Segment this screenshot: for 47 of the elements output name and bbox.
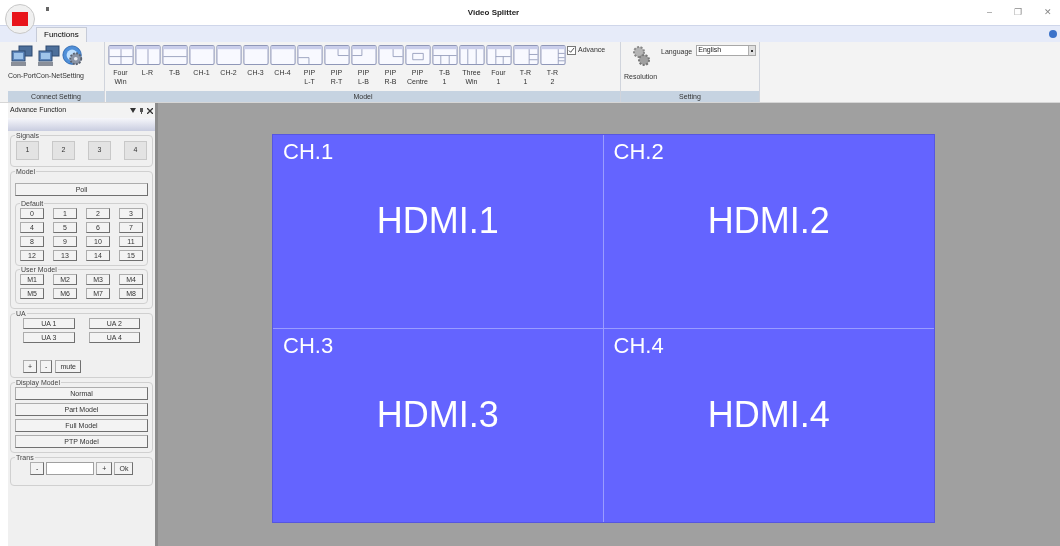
window-control[interactable]: ✕ <box>1044 8 1052 17</box>
window-control[interactable]: – <box>987 8 992 17</box>
layout-icon <box>188 45 215 65</box>
check-icon <box>568 46 575 54</box>
layout-icon <box>404 45 431 65</box>
gear-globe-icon <box>62 45 85 67</box>
dropdown-icon[interactable] <box>130 108 136 113</box>
channel-label: CH.4 <box>612 331 665 357</box>
layout-icon <box>539 45 566 65</box>
window-title: Video Splitter <box>467 6 520 19</box>
dropdown-icon <box>748 46 756 55</box>
channel-label: CH.2 <box>612 138 665 163</box>
checkbox[interactable] <box>567 45 576 55</box>
layout-icon <box>512 45 539 65</box>
display-tile[interactable]: CH.3 HDMI.3 <box>273 328 604 522</box>
layout-icon <box>215 45 242 65</box>
app-logo[interactable] <box>5 4 35 34</box>
layout-icon <box>296 45 323 65</box>
source-label: HDMI.1 <box>375 203 500 239</box>
display-tile[interactable]: CH.2 HDMI.2 <box>603 135 934 329</box>
channel-label: CH.3 <box>282 331 335 357</box>
window-control[interactable]: ❐ <box>1014 8 1022 17</box>
display-tile[interactable]: CH.1 HDMI.1 <box>273 135 604 329</box>
source-label: HDMI.3 <box>375 396 500 433</box>
layout-icon <box>485 45 512 65</box>
layout-icon <box>458 45 485 65</box>
computers-icon <box>10 45 34 67</box>
layout-icon <box>323 45 350 65</box>
layout-icon <box>107 45 134 65</box>
layout-icon <box>161 45 188 65</box>
layout-icon <box>134 45 161 65</box>
ribbon-tab[interactable]: Functions <box>36 27 87 42</box>
source-label: HDMI.2 <box>706 203 831 239</box>
help-icon[interactable] <box>1049 30 1057 38</box>
display-tile[interactable]: CH.4 HDMI.4 <box>603 328 934 522</box>
computers-icon <box>37 45 62 67</box>
close-icon[interactable] <box>147 107 153 114</box>
trans-input[interactable] <box>46 462 95 475</box>
gears-icon <box>630 45 651 67</box>
layout-icon <box>377 45 404 65</box>
source-label: HDMI.4 <box>706 396 831 433</box>
layout-icon <box>350 45 377 65</box>
layout-icon <box>431 45 458 65</box>
channel-label: CH.1 <box>282 138 335 163</box>
layout-icon <box>242 45 269 65</box>
layout-icon <box>269 45 296 65</box>
pin-icon[interactable] <box>139 107 144 114</box>
